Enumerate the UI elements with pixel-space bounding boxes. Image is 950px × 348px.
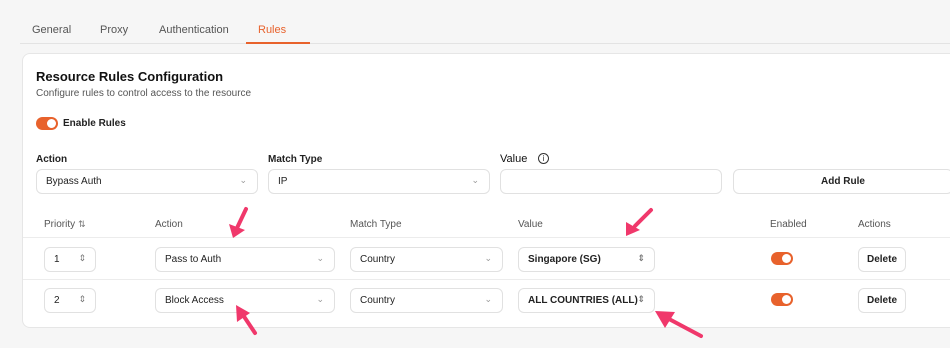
column-header-value: Value xyxy=(518,219,543,230)
column-header-match-type: Match Type xyxy=(350,219,402,230)
toggle-knob xyxy=(782,295,791,304)
active-tab-indicator xyxy=(246,42,310,44)
annotation-arrow-icon xyxy=(626,208,653,236)
value-input[interactable] xyxy=(500,169,722,194)
priority-stepper[interactable]: 2 ⇕ xyxy=(44,288,96,313)
chevron-down-icon: ⌄ xyxy=(484,254,492,264)
tab-bar: General Proxy Authentication Rules xyxy=(20,0,950,44)
action-select-value: Bypass Auth xyxy=(46,176,102,187)
info-icon[interactable]: i xyxy=(538,153,549,164)
tab-authentication[interactable]: Authentication xyxy=(159,24,229,36)
stepper-icon: ⇕ xyxy=(637,254,645,264)
enable-rules-label: Enable Rules xyxy=(63,118,126,129)
enable-rules-toggle[interactable] xyxy=(36,117,58,130)
card-title: Resource Rules Configuration xyxy=(36,69,224,84)
chevron-down-icon: ⌄ xyxy=(239,176,247,186)
action-select[interactable]: Bypass Auth ⌄ xyxy=(36,169,258,194)
stepper-icon: ⇕ xyxy=(637,295,645,305)
priority-stepper[interactable]: 1 ⇕ xyxy=(44,247,96,272)
row-action-value: Pass to Auth xyxy=(165,254,222,265)
row-value-select[interactable]: ALL COUNTRIES (ALL) ⇕ xyxy=(518,288,655,313)
card-subtitle: Configure rules to control access to the… xyxy=(36,88,252,99)
match-type-select-value: IP xyxy=(278,176,288,187)
row-match-type-select[interactable]: Country ⌄ xyxy=(350,247,503,272)
annotation-arrow-icon xyxy=(229,207,248,238)
stepper-icon[interactable]: ⇕ xyxy=(78,248,86,271)
row-match-type-value: Country xyxy=(360,254,396,265)
row-match-type-value: Country xyxy=(360,295,396,306)
tab-rules[interactable]: Rules xyxy=(258,24,286,36)
match-type-select[interactable]: IP ⌄ xyxy=(268,169,490,194)
tab-general[interactable]: General xyxy=(32,24,71,36)
toggle-knob xyxy=(782,254,791,263)
priority-value: 2 xyxy=(54,295,60,306)
toggle-knob xyxy=(47,119,56,128)
tab-proxy[interactable]: Proxy xyxy=(100,24,128,36)
match-type-label: Match Type xyxy=(268,154,323,165)
row-action-select[interactable]: Pass to Auth ⌄ xyxy=(155,247,335,272)
rules-card: Resource Rules Configuration Configure r… xyxy=(22,53,950,328)
row-value-select[interactable]: Singapore (SG) ⇕ xyxy=(518,247,655,272)
chevron-down-icon: ⌄ xyxy=(471,176,479,186)
action-label: Action xyxy=(36,154,68,165)
column-header-enabled: Enabled xyxy=(770,219,807,230)
sort-icon[interactable]: ⇅ xyxy=(78,220,86,230)
annotation-arrow-icon xyxy=(655,311,703,338)
delete-button[interactable]: Delete xyxy=(858,288,906,313)
chevron-down-icon: ⌄ xyxy=(484,295,492,305)
header-divider xyxy=(23,237,950,238)
column-header-priority[interactable]: Priority ⇅ xyxy=(44,219,86,230)
column-header-actions: Actions xyxy=(858,219,891,230)
row-match-type-select[interactable]: Country ⌄ xyxy=(350,288,503,313)
chevron-down-icon: ⌄ xyxy=(316,254,324,264)
value-label: Value xyxy=(500,153,528,165)
delete-button[interactable]: Delete xyxy=(858,247,906,272)
row-value: ALL COUNTRIES (ALL) xyxy=(528,295,638,306)
row-enabled-toggle[interactable] xyxy=(771,252,793,265)
chevron-down-icon: ⌄ xyxy=(316,295,324,305)
annotation-arrow-icon xyxy=(236,305,257,335)
row-action-value: Block Access xyxy=(165,295,224,306)
row-value: Singapore (SG) xyxy=(528,254,601,265)
add-rule-button[interactable]: Add Rule xyxy=(733,169,950,194)
row-enabled-toggle[interactable] xyxy=(771,293,793,306)
column-header-action: Action xyxy=(155,219,183,230)
priority-value: 1 xyxy=(54,254,60,265)
row-divider xyxy=(23,279,950,280)
stepper-icon[interactable]: ⇕ xyxy=(78,289,86,312)
